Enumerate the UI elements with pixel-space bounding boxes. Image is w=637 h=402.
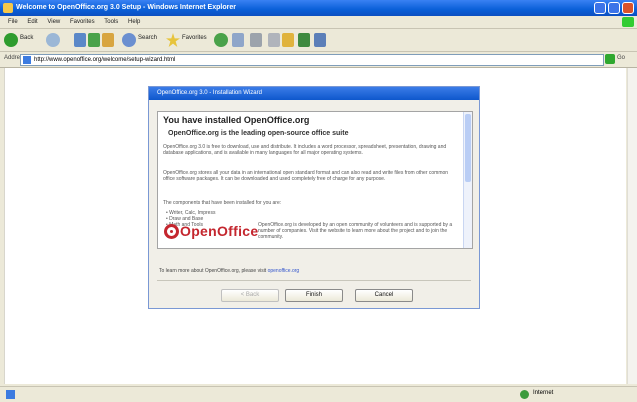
toolbar: Back Search Favorites [0,29,637,52]
openoffice-logo-icon [164,224,179,239]
internet-zone-icon [520,390,529,399]
windows-logo-icon [622,17,634,27]
installation-dialog: OpenOffice.org 3.0 - Installation Wizard… [148,86,480,309]
go-label[interactable]: Go [617,55,625,61]
search-icon[interactable] [122,33,136,47]
dialog-title: OpenOffice.org 3.0 - Installation Wizard [149,87,479,100]
history-icon[interactable] [214,33,228,47]
edit-icon[interactable] [268,33,280,47]
page-icon [23,56,31,64]
menu-help[interactable]: Help [128,19,140,25]
favorites-label[interactable]: Favorites [182,35,207,41]
print-icon[interactable] [250,33,262,47]
menu-edit[interactable]: Edit [27,19,37,25]
back-arrow-icon[interactable] [4,33,18,47]
done-icon [6,390,15,399]
back-label[interactable]: Back [20,35,33,41]
research-icon[interactable] [314,33,326,47]
messenger-icon[interactable] [298,33,310,47]
panel-paragraph-2: OpenOffice.org stores all your data in a… [163,170,449,182]
menu-file[interactable]: File [8,19,18,25]
footer-label: To learn more about OpenOffice.org, plea… [159,268,267,274]
page-scrollbar[interactable] [627,68,637,384]
folder-icon[interactable] [282,33,294,47]
go-arrow-icon[interactable] [605,54,615,64]
address-url: http://www.openoffice.org/welcome/setup-… [34,57,176,63]
menu-bar: File Edit View Favorites Tools Help [0,16,637,29]
scrollbar-thumb[interactable] [465,114,471,182]
favorites-star-icon[interactable] [166,33,180,47]
stop-icon[interactable] [74,33,86,47]
menu-view[interactable]: View [47,19,60,25]
footer-link[interactable]: openoffice.org [268,268,300,274]
logo-text: OpenOffice [180,223,259,239]
window-title: Welcome to OpenOffice.org 3.0 Setup - Wi… [16,4,236,11]
panel-paragraph-1: OpenOffice.org 3.0 is free to download, … [163,144,447,156]
logo-description: OpenOffice.org is developed by an open c… [258,222,453,240]
menu-tools[interactable]: Tools [104,19,118,25]
window-titlebar: Welcome to OpenOffice.org 3.0 Setup - Wi… [0,0,637,16]
search-label[interactable]: Search [138,35,157,41]
security-zone: Internet [533,390,554,396]
welcome-panel: You have installed OpenOffice.org OpenOf… [157,111,473,249]
forward-arrow-icon[interactable] [46,33,60,47]
panel-heading: You have installed OpenOffice.org [163,115,310,125]
close-button[interactable] [622,2,634,14]
back-button[interactable]: < Back [221,289,279,302]
refresh-icon[interactable] [88,33,100,47]
cancel-button[interactable]: Cancel [355,289,413,302]
minimize-button[interactable] [594,2,606,14]
panel-scrollbar[interactable] [463,112,472,248]
finish-button[interactable]: Finish [285,289,343,302]
components-intro: The components that have been installed … [163,200,282,206]
mail-icon[interactable] [232,33,244,47]
home-icon[interactable] [102,33,114,47]
dialog-separator [157,280,471,281]
menu-favorites[interactable]: Favorites [70,19,95,25]
maximize-button[interactable] [608,2,620,14]
address-bar: Address http://www.openoffice.org/welcom… [0,52,637,68]
status-bar: Internet [0,386,637,402]
footer-text: To learn more about OpenOffice.org, plea… [159,268,299,274]
openoffice-logo: OpenOffice [164,222,264,242]
panel-tagline: OpenOffice.org is the leading open-sourc… [168,130,349,137]
ie-icon [3,3,13,13]
address-input[interactable]: http://www.openoffice.org/welcome/setup-… [20,54,604,66]
